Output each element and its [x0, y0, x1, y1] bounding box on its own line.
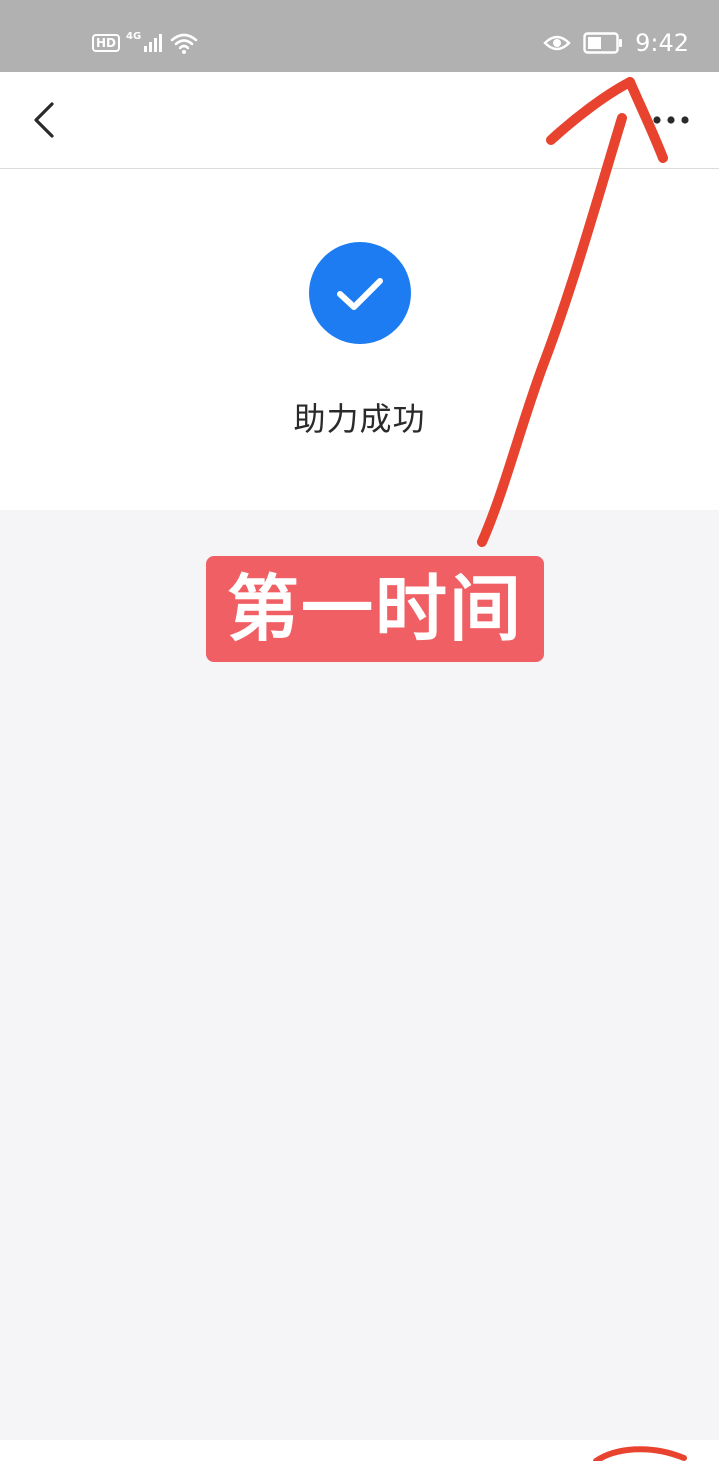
- signal-icon: [144, 34, 163, 52]
- annotation-label: 第一时间: [206, 556, 544, 662]
- chevron-left-icon: [34, 102, 54, 138]
- result-title: 助力成功: [293, 400, 426, 438]
- eye-icon: [543, 35, 571, 51]
- battery-icon: [583, 32, 623, 54]
- network-type: 4G: [126, 30, 142, 42]
- hd-badge: HD: [92, 34, 121, 52]
- back-button[interactable]: [22, 96, 66, 144]
- status-bar: HD 4G 9:42: [0, 0, 719, 72]
- status-right-indicators: 9:42: [543, 26, 689, 60]
- more-button[interactable]: [649, 104, 697, 136]
- more-dots-icon: [653, 116, 689, 124]
- nav-bar: [0, 72, 719, 169]
- status-time: 9:42: [635, 29, 689, 57]
- result-panel: 助力成功: [0, 169, 719, 510]
- check-circle-icon: [309, 242, 411, 344]
- wifi-icon: [170, 33, 198, 54]
- bottom-bar: [0, 1440, 719, 1461]
- status-left-indicators: HD 4G: [92, 28, 199, 58]
